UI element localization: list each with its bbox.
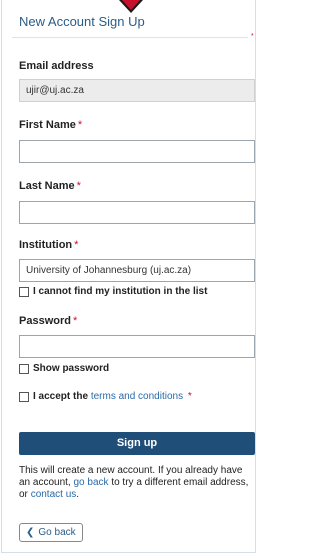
- last-name-label: Last Name *: [19, 180, 81, 192]
- contact-link[interactable]: contact us: [31, 489, 77, 500]
- first-name-label: First Name *: [19, 119, 82, 131]
- go-back-label: Go back: [38, 527, 76, 538]
- password-label-text: Password: [19, 315, 71, 327]
- required-marker: *: [74, 239, 79, 251]
- required-marker: *: [77, 119, 83, 131]
- show-password-checkbox[interactable]: [19, 363, 29, 374]
- accept-prefix: I accept the: [33, 391, 89, 402]
- required-marker: *: [76, 180, 81, 192]
- email-field: ujir@uj.ac.za: [19, 79, 255, 102]
- first-name-label-text: First Name: [19, 119, 76, 131]
- required-marker: *: [251, 33, 254, 40]
- pointer-marker-icon: [122, 0, 140, 10]
- terms-checkbox[interactable]: [19, 391, 29, 402]
- required-marker: *: [187, 391, 192, 402]
- info-text: This will create a new account. If you a…: [19, 465, 255, 501]
- institution-label: Institution *: [19, 239, 78, 251]
- show-password-label: Show password: [33, 363, 110, 374]
- go-back-link[interactable]: go back: [74, 477, 109, 488]
- info-end: .: [76, 489, 80, 500]
- chevron-left-icon: ❮: [26, 527, 35, 538]
- terms-link[interactable]: terms and conditions: [91, 391, 183, 402]
- institution-missing-checkbox[interactable]: [19, 286, 29, 297]
- institution-label-text: Institution: [19, 239, 73, 251]
- institution-missing-label: I cannot find my institution in the list: [33, 286, 208, 297]
- page-title: New Account Sign Up: [19, 14, 145, 29]
- go-back-button[interactable]: ❮ Go back: [19, 523, 83, 542]
- last-name-label-text: Last Name: [19, 180, 75, 192]
- email-label: Email address: [19, 60, 94, 72]
- last-name-input[interactable]: [19, 201, 255, 224]
- password-label: Password *: [19, 315, 77, 327]
- first-name-input[interactable]: [19, 140, 255, 163]
- title-divider: [12, 37, 248, 38]
- institution-select[interactable]: University of Johannesburg (uj.ac.za): [19, 259, 255, 282]
- terms-row[interactable]: I accept the terms and conditions *: [19, 391, 192, 402]
- required-marker: *: [72, 315, 78, 327]
- sign-up-button[interactable]: Sign up: [19, 432, 255, 455]
- institution-missing-row[interactable]: I cannot find my institution in the list: [19, 286, 207, 297]
- show-password-row[interactable]: Show password: [19, 363, 109, 374]
- password-input[interactable]: [19, 335, 255, 358]
